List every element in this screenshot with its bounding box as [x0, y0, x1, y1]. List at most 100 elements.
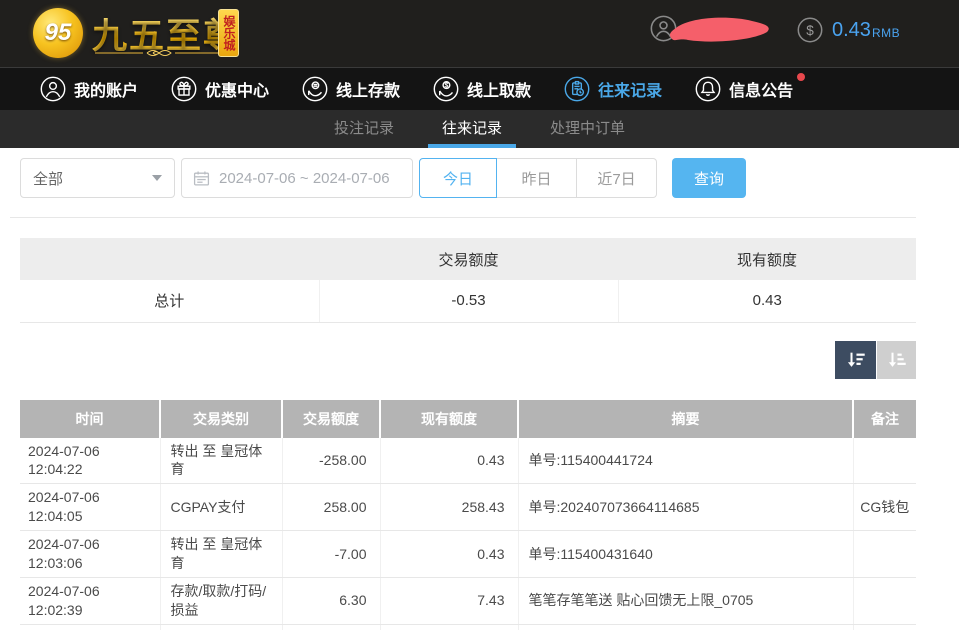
cell-type: CGPAY支付 — [160, 484, 282, 531]
topbar: 95 九五至尊 娱乐城 $ 0.43 RMB — [0, 0, 959, 67]
tab-label: 处理中订单 — [550, 120, 625, 137]
summary-table: 交易额度 现有额度 总计 -0.53 0.43 — [20, 238, 916, 323]
table-row: 2024-07-06 12:02:39存款/取款/打码/损益6.307.43笔笔… — [20, 577, 916, 624]
cell-amount: -258.00 — [282, 438, 380, 484]
tab-pending-orders[interactable]: 处理中订单 — [542, 110, 633, 148]
cell-time: 2024-07-06 02:01:26 — [20, 624, 160, 630]
sort-controls — [20, 341, 916, 379]
search-button[interactable]: 查询 — [672, 158, 746, 198]
tab-transaction-records[interactable]: 往来记录 — [434, 110, 510, 148]
svg-text:$: $ — [445, 82, 449, 89]
last7days-button[interactable]: 近7日 — [577, 158, 657, 198]
balance-currency: RMB — [872, 26, 900, 40]
user-icon — [40, 76, 66, 102]
table-row: 2024-07-06 12:04:22转出 至 皇冠体育-258.000.43单… — [20, 438, 916, 484]
summary-header-current-amount: 现有额度 — [618, 238, 916, 280]
nav-item-transaction-records[interactable]: 往来记录 — [564, 76, 662, 102]
nav-item-label: 往来记录 — [598, 77, 662, 101]
cell-time: 2024-07-06 12:03:06 — [20, 531, 160, 578]
nav-item-label: 信息公告 — [729, 77, 793, 101]
header-type: 交易类别 — [160, 400, 282, 438]
cell-summary: 单号:115400441724 — [518, 438, 853, 484]
cell-note — [853, 577, 916, 624]
cell-note: CG钱包 — [853, 484, 916, 531]
sort-descending-button[interactable] — [835, 341, 876, 379]
cell-balance: 0.43 — [380, 531, 518, 578]
table-row: 2024-07-06 12:04:05CGPAY支付258.00258.43单号… — [20, 484, 916, 531]
table-row: 2024-07-06 12:03:06转出 至 皇冠体育-7.000.43单号:… — [20, 531, 916, 578]
main-nav: 我的账户 优惠中心 线上存款 $ 线上取款 往来记录 — [0, 67, 959, 110]
cell-type: PG老虎机返点 — [160, 624, 282, 630]
cell-amount: 6.30 — [282, 577, 380, 624]
nav-item-label: 线上取款 — [467, 77, 531, 101]
summary-current-amount: 0.43 — [618, 280, 916, 322]
table-row: 2024-07-06 02:01:26PG老虎机返点0.171.13系统派发_2… — [20, 624, 916, 630]
cell-balance: 0.43 — [380, 438, 518, 484]
records-table-body: 2024-07-06 12:04:22转出 至 皇冠体育-258.000.43单… — [20, 438, 916, 630]
nav-item-promotions[interactable]: 优惠中心 — [171, 76, 269, 102]
header-current-amount: 现有额度 — [380, 400, 518, 438]
cell-balance: 1.13 — [380, 624, 518, 630]
cell-type: 转出 至 皇冠体育 — [160, 438, 282, 484]
header-trade-amount: 交易额度 — [282, 400, 380, 438]
cell-time: 2024-07-06 12:02:39 — [20, 577, 160, 624]
date-range-value: 2024-07-06 ~ 2024-07-06 — [219, 170, 390, 187]
balance-amount: 0.43 — [832, 19, 871, 42]
content-area: 全部 2024-07-06 ~ 2024-07-06 今日 昨日 近7日 查询 … — [0, 158, 959, 630]
sort-ascending-icon — [886, 349, 908, 371]
summary-total-label: 总计 — [20, 280, 319, 322]
nav-item-label: 优惠中心 — [205, 77, 269, 101]
redacted-username-scribble — [666, 13, 780, 47]
brand-logo[interactable]: 95 — [33, 8, 83, 58]
header-time: 时间 — [20, 400, 160, 438]
cell-summary: 笔笔存笔笔送 贴心回馈无上限_0705 — [518, 577, 853, 624]
nav-item-withdraw[interactable]: $ 线上取款 — [433, 76, 531, 102]
records-table: 时间 交易类别 交易额度 现有额度 摘要 备注 2024-07-06 12:04… — [20, 400, 916, 630]
subnav-tabs: 投注记录 往来记录 处理中订单 — [0, 110, 959, 148]
cell-amount: -7.00 — [282, 531, 380, 578]
withdraw-icon: $ — [433, 76, 459, 102]
header-note: 备注 — [853, 400, 916, 438]
quick-date-buttons: 今日 昨日 近7日 — [419, 158, 657, 198]
summary-header-row: 交易额度 现有额度 — [20, 238, 916, 280]
type-dropdown[interactable]: 全部 — [20, 158, 175, 198]
bell-icon — [695, 76, 721, 102]
type-dropdown-value: 全部 — [33, 168, 63, 189]
cell-amount: 0.17 — [282, 624, 380, 630]
tab-betting-records[interactable]: 投注记录 — [326, 110, 402, 148]
section-divider — [10, 217, 916, 218]
sort-ascending-button[interactable] — [877, 341, 916, 379]
cell-summary: 单号:115400431640 — [518, 531, 853, 578]
nav-item-announcements[interactable]: 信息公告 — [695, 76, 793, 102]
cell-note — [853, 531, 916, 578]
nav-item-my-account[interactable]: 我的账户 — [40, 76, 138, 102]
summary-header-blank — [20, 238, 319, 280]
logo-monogram: 95 — [45, 19, 72, 47]
gift-icon — [171, 76, 197, 102]
nav-item-deposit[interactable]: 线上存款 — [302, 76, 400, 102]
cell-summary: 系统派发_2024-07-05 — [518, 624, 853, 630]
cell-balance: 258.43 — [380, 484, 518, 531]
notification-dot — [797, 73, 805, 81]
active-tab-underline — [428, 144, 516, 148]
dollar-coin-icon: $ — [797, 17, 823, 43]
yesterday-button[interactable]: 昨日 — [497, 158, 577, 198]
nav-item-label: 线上存款 — [336, 77, 400, 101]
summary-header-trade-amount: 交易额度 — [319, 238, 618, 280]
date-range-input[interactable]: 2024-07-06 ~ 2024-07-06 — [181, 158, 413, 198]
tab-label: 投注记录 — [334, 120, 394, 137]
cell-summary: 单号:202407073664114685 — [518, 484, 853, 531]
chevron-down-icon — [152, 175, 162, 181]
today-button[interactable]: 今日 — [419, 158, 497, 198]
sort-descending-icon — [845, 349, 867, 371]
cell-note — [853, 438, 916, 484]
summary-total-row: 总计 -0.53 0.43 — [20, 280, 916, 322]
records-icon — [564, 76, 590, 102]
cell-balance: 7.43 — [380, 577, 518, 624]
tab-label: 往来记录 — [442, 120, 502, 137]
svg-text:$: $ — [806, 23, 814, 38]
deposit-icon — [302, 76, 328, 102]
cell-type: 存款/取款/打码/损益 — [160, 577, 282, 624]
flourish-ornament-icon — [95, 48, 223, 58]
filter-row: 全部 2024-07-06 ~ 2024-07-06 今日 昨日 近7日 查询 — [20, 158, 916, 198]
